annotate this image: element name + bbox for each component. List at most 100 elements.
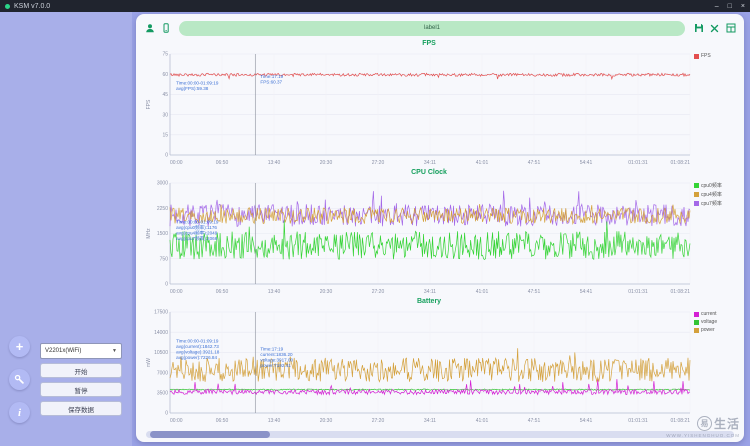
add-device-button[interactable]: +: [9, 336, 30, 357]
table-icon[interactable]: [725, 23, 736, 34]
svg-text:27:20: 27:20: [372, 160, 385, 166]
horizontal-scrollbar[interactable]: [146, 431, 734, 438]
cpu-clock-chart-legend: cpu0频率 cpu4频率 cpu7频率: [694, 182, 738, 207]
label-input[interactable]: label1: [179, 20, 685, 36]
svg-text:power:7192.41: power:7192.41: [260, 363, 291, 368]
svg-text:mW: mW: [146, 358, 152, 367]
start-button[interactable]: 开始: [40, 363, 122, 378]
legend-item: cpu0频率: [694, 182, 738, 189]
svg-text:17500: 17500: [154, 310, 168, 316]
device-select[interactable]: V2201x(WiFi) ▼: [40, 343, 122, 359]
svg-text:06:50: 06:50: [216, 418, 229, 424]
svg-text:75: 75: [162, 52, 168, 58]
save-icon[interactable]: [693, 23, 704, 34]
svg-text:2250: 2250: [157, 206, 168, 212]
window-title: KSM v7.0.0: [14, 2, 51, 10]
legend-label: current: [701, 311, 717, 317]
app-icon: [5, 3, 10, 9]
svg-text:01:01:31: 01:01:31: [628, 418, 648, 424]
svg-text:current:1836.20: current:1836.20: [260, 352, 293, 357]
svg-text:34:11: 34:11: [424, 289, 436, 295]
tools-button[interactable]: [9, 369, 30, 390]
legend-label: cpu7频率: [701, 201, 722, 207]
svg-text:00:00: 00:00: [170, 289, 183, 295]
svg-text:06:50: 06:50: [216, 289, 229, 295]
fps-chart[interactable]: 0 15 30 45 60 75 00:00 06:50 13:40 20:30 27:20 34:1…: [144, 50, 692, 167]
svg-text:voltage:3917.00: voltage:3917.00: [260, 357, 293, 362]
svg-text:14000: 14000: [154, 330, 168, 336]
title-bar: KSM v7.0.0 – □ ×: [0, 0, 750, 12]
legend-swatch: [694, 53, 699, 59]
svg-text:01:08:21: 01:08:21: [671, 289, 691, 295]
legend-item: voltage: [694, 319, 738, 325]
charts-area: FPS 0 15 30 45 60 75 00:00 06:50 13:40 20:30 27:20…: [136, 39, 744, 429]
svg-text:13:40: 13:40: [268, 418, 281, 424]
svg-text:7000: 7000: [157, 370, 168, 376]
svg-text:47:51: 47:51: [528, 289, 541, 295]
legend-swatch: [694, 201, 699, 206]
pause-button[interactable]: 暂停: [40, 382, 122, 397]
device-icon[interactable]: [160, 23, 171, 34]
svg-text:13:40: 13:40: [268, 160, 281, 166]
svg-text:00:00: 00:00: [170, 418, 183, 424]
legend-label: voltage: [701, 319, 718, 325]
svg-text:60: 60: [162, 72, 168, 78]
plus-icon: +: [15, 339, 24, 354]
svg-text:30: 30: [162, 112, 168, 118]
battery-chart-row: Battery 0 3500 7000 10500 14000 17500 00:00 06:…: [140, 297, 740, 426]
battery-chart[interactable]: 0 3500 7000 10500 14000 17500 00:00 06:50 13:40 2…: [144, 308, 692, 425]
legend-swatch: [694, 183, 699, 188]
svg-text:20:30: 20:30: [320, 289, 333, 295]
svg-text:Time:00:00-01:09:19: Time:00:00-01:09:19: [176, 80, 219, 85]
svg-text:01:08:21: 01:08:21: [671, 418, 691, 424]
svg-text:avg(voltage):3921.18: avg(voltage):3921.18: [176, 349, 220, 354]
svg-text:00:00: 00:00: [170, 160, 183, 166]
svg-text:MHz: MHz: [146, 228, 152, 239]
svg-text:54:41: 54:41: [580, 160, 593, 166]
device-select-value: V2201x(WiFi): [45, 348, 82, 354]
svg-text:avg(power):7226.84: avg(power):7226.84: [176, 355, 217, 360]
minimize-button[interactable]: –: [715, 3, 719, 10]
maximize-button[interactable]: □: [728, 3, 732, 10]
legend-label: power: [701, 327, 715, 333]
legend-item: cpu7频率: [694, 200, 738, 207]
legend-swatch: [694, 319, 699, 325]
info-button[interactable]: i: [9, 402, 30, 423]
save-data-button[interactable]: 保存数据: [40, 401, 122, 416]
clear-icon[interactable]: [709, 23, 720, 34]
fps-chart-title: FPS: [422, 40, 436, 47]
svg-text:41:01: 41:01: [476, 418, 489, 424]
legend-item: current: [694, 311, 738, 317]
legend-swatch: [694, 327, 699, 333]
legend-label: cpu4频率: [701, 192, 722, 198]
svg-text:54:41: 54:41: [580, 418, 593, 424]
toolbar: label1: [136, 14, 744, 39]
user-icon[interactable]: [144, 23, 155, 34]
legend-label: cpu0频率: [701, 183, 722, 189]
close-button[interactable]: ×: [741, 3, 745, 10]
fps-chart-row: FPS 0 15 30 45 60 75 00:00 06:50 13:40 20:30 27:20…: [140, 39, 740, 168]
svg-text:10500: 10500: [154, 350, 168, 356]
svg-text:20:30: 20:30: [320, 160, 333, 166]
device-controls: V2201x(WiFi) ▼ 开始 暂停 保存数据: [40, 343, 122, 416]
battery-chart-legend: current voltage power: [694, 311, 738, 333]
svg-text:Time:17:19: Time:17:19: [260, 74, 283, 79]
svg-text:34:11: 34:11: [424, 160, 436, 166]
svg-text:3500: 3500: [157, 391, 168, 397]
svg-text:3000: 3000: [157, 181, 168, 187]
fps-chart-legend: FPS: [694, 53, 738, 59]
svg-text:1500: 1500: [157, 231, 168, 237]
svg-text:20:30: 20:30: [320, 418, 333, 424]
svg-text:34:11: 34:11: [424, 418, 436, 424]
svg-text:avg(FPS):59.38: avg(FPS):59.38: [176, 86, 209, 91]
info-icon: i: [17, 406, 22, 419]
legend-item: cpu4频率: [694, 191, 738, 198]
legend-swatch: [694, 311, 699, 317]
cpu-clock-chart[interactable]: 0 750 1500 2250 3000 00:00 06:50 13:40 20:30 27:2…: [144, 179, 692, 296]
svg-text:47:51: 47:51: [528, 418, 541, 424]
svg-text:avg(current):1842.73: avg(current):1842.73: [176, 344, 219, 349]
svg-text:45: 45: [162, 92, 168, 98]
scrollbar-thumb[interactable]: [150, 431, 270, 438]
svg-text:avg(cpu7频率):2066: avg(cpu7频率):2066: [176, 235, 218, 242]
legend-label: FPS: [701, 53, 711, 59]
